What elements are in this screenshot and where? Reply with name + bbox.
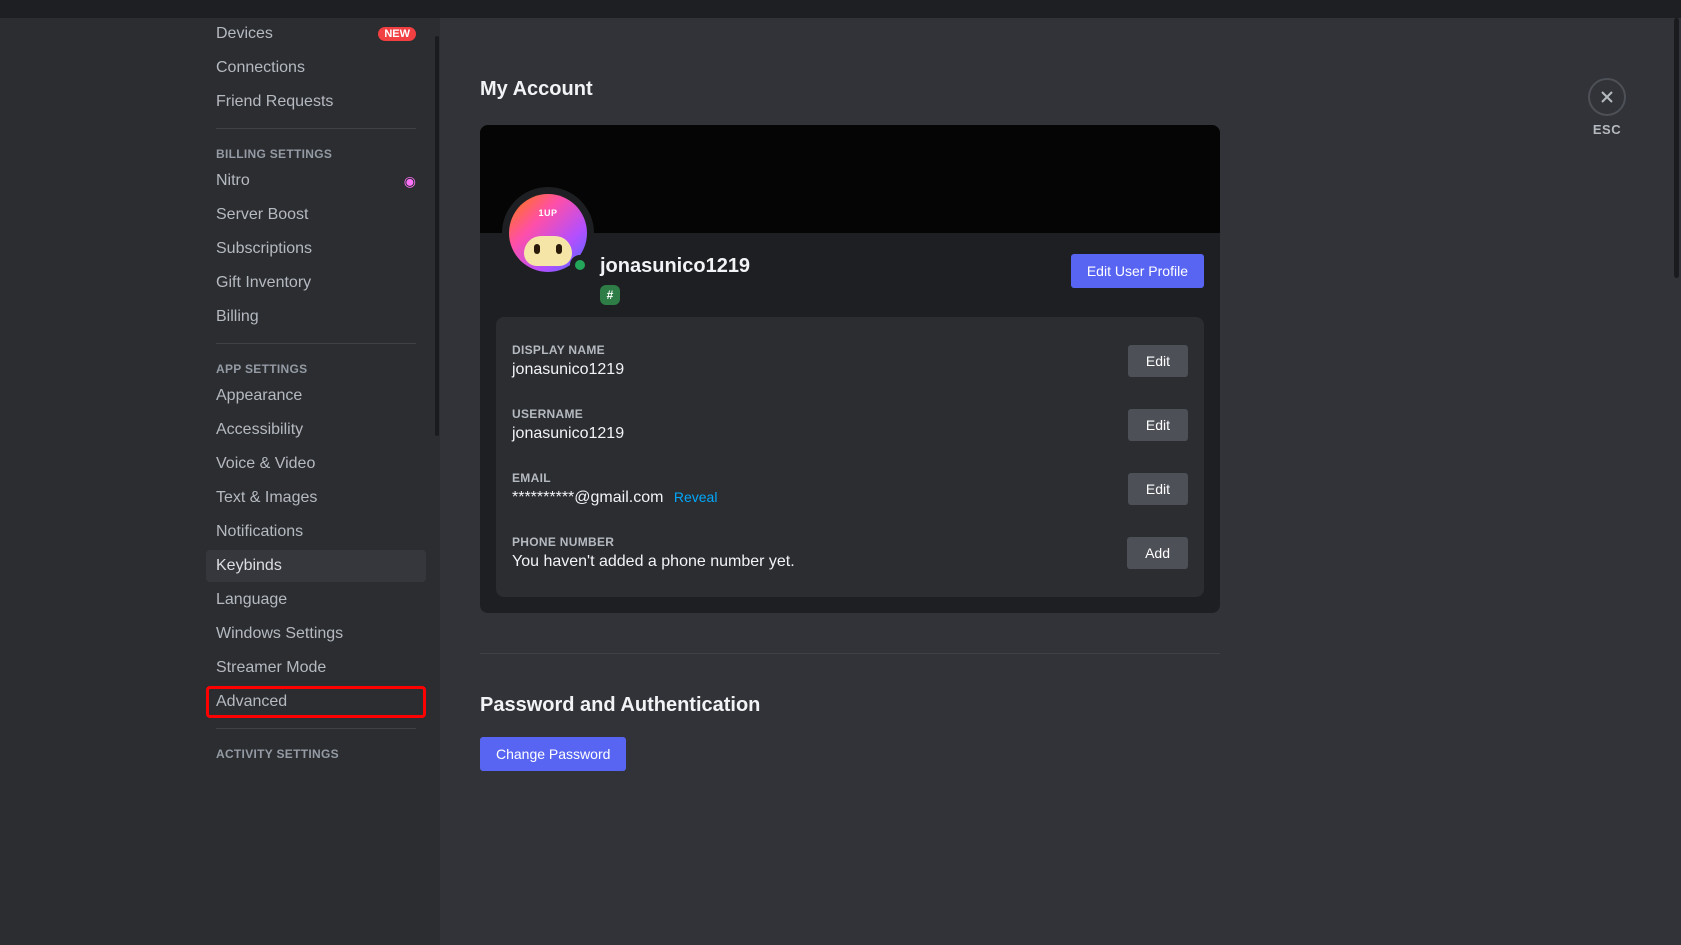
main-scrollbar-track (1673, 18, 1681, 945)
field-value: jonasunico1219 (512, 361, 624, 379)
sidebar-item-label: Connections (216, 59, 305, 77)
billing-settings-header: BILLING SETTINGS (206, 139, 426, 165)
sidebar: Devices NEW Connections Friend Requests … (206, 18, 426, 945)
sidebar-item-accessibility[interactable]: Accessibility (206, 414, 426, 446)
sidebar-item-gift-inventory[interactable]: Gift Inventory (206, 267, 426, 299)
add-phone-button[interactable]: Add (1127, 537, 1188, 569)
sidebar-item-label: Server Boost (216, 206, 308, 224)
nitro-icon: ◉ (404, 173, 416, 190)
close-label: ESC (1588, 122, 1626, 137)
sidebar-item-label: Billing (216, 308, 259, 326)
field-label: DISPLAY NAME (512, 343, 624, 357)
sidebar-item-subscriptions[interactable]: Subscriptions (206, 233, 426, 265)
sidebar-item-server-boost[interactable]: Server Boost (206, 199, 426, 231)
title-bar (0, 0, 1681, 18)
close-button[interactable] (1588, 78, 1626, 116)
separator (216, 343, 416, 344)
edit-email-button[interactable]: Edit (1128, 473, 1188, 505)
email-value: **********@gmail.com (512, 489, 663, 506)
password-section-title: Password and Authentication (480, 694, 1220, 717)
field-phone: PHONE NUMBER You haven't added a phone n… (512, 525, 1188, 581)
content-container: My Account 1UP # jonasunico1219 (480, 78, 1220, 771)
sidebar-item-friend-requests[interactable]: Friend Requests (206, 86, 426, 118)
sidebar-item-label: Devices (216, 25, 273, 43)
field-label: PHONE NUMBER (512, 535, 795, 549)
sidebar-item-label: Nitro (216, 172, 250, 190)
field-value: jonasunico1219 (512, 425, 624, 443)
sidebar-item-label: Text & Images (216, 489, 317, 507)
sidebar-item-windows-settings[interactable]: Windows Settings (206, 618, 426, 650)
sidebar-item-language[interactable]: Language (206, 584, 426, 616)
sidebar-item-label: Subscriptions (216, 240, 312, 258)
sidebar-item-streamer-mode[interactable]: Streamer Mode (206, 652, 426, 684)
main-content: My Account 1UP # jonasunico1219 (440, 18, 1681, 945)
field-email: EMAIL **********@gmail.com Reveal Edit (512, 461, 1188, 517)
new-badge: NEW (378, 27, 416, 41)
change-password-button[interactable]: Change Password (480, 737, 626, 771)
edit-display-name-button[interactable]: Edit (1128, 345, 1188, 377)
sidebar-item-label: Keybinds (216, 557, 282, 575)
sidebar-item-notifications[interactable]: Notifications (206, 516, 426, 548)
activity-settings-header: ACTIVITY SETTINGS (206, 739, 426, 765)
field-username: USERNAME jonasunico1219 Edit (512, 397, 1188, 453)
edit-username-button[interactable]: Edit (1128, 409, 1188, 441)
sidebar-item-nitro[interactable]: Nitro ◉ (206, 165, 426, 197)
avatar-text: 1UP (538, 208, 557, 218)
sidebar-column: Devices NEW Connections Friend Requests … (0, 18, 440, 945)
sidebar-item-label: Notifications (216, 523, 303, 541)
field-value: You haven't added a phone number yet. (512, 553, 795, 571)
status-online-icon (570, 255, 590, 275)
main-scrollbar-thumb[interactable] (1674, 18, 1679, 278)
username-display: jonasunico1219 (600, 255, 750, 278)
field-label: EMAIL (512, 471, 717, 485)
sidebar-item-label: Windows Settings (216, 625, 343, 643)
sidebar-item-voice-video[interactable]: Voice & Video (206, 448, 426, 480)
sidebar-item-label: Language (216, 591, 287, 609)
settings-layout: Devices NEW Connections Friend Requests … (0, 18, 1681, 945)
hash-badge-icon: # (600, 285, 620, 305)
sidebar-item-label: Gift Inventory (216, 274, 311, 292)
account-details-card: DISPLAY NAME jonasunico1219 Edit USERNAM… (496, 317, 1204, 597)
sidebar-item-label: Voice & Video (216, 455, 315, 473)
field-label: USERNAME (512, 407, 624, 421)
section-divider (480, 653, 1220, 654)
account-card: 1UP # jonasunico1219 Edit User Profile (480, 125, 1220, 613)
field-display-name: DISPLAY NAME jonasunico1219 Edit (512, 333, 1188, 389)
sidebar-item-label: Streamer Mode (216, 659, 326, 677)
sidebar-item-billing[interactable]: Billing (206, 301, 426, 333)
field-value: **********@gmail.com Reveal (512, 489, 717, 507)
sidebar-item-devices[interactable]: Devices NEW (206, 18, 426, 50)
avatar-wrap[interactable]: 1UP (502, 187, 594, 279)
sidebar-scrollbar-thumb[interactable] (435, 36, 439, 436)
close-icon (1599, 89, 1615, 105)
sidebar-item-label: Friend Requests (216, 93, 333, 111)
profile-header: 1UP # jonasunico1219 Edit User Profile (480, 233, 1220, 309)
sidebar-item-appearance[interactable]: Appearance (206, 380, 426, 412)
edit-user-profile-button[interactable]: Edit User Profile (1071, 254, 1204, 288)
sidebar-item-label: Accessibility (216, 421, 303, 439)
app-settings-header: APP SETTINGS (206, 354, 426, 380)
page-title: My Account (480, 78, 1220, 101)
avatar-face (524, 236, 572, 266)
sidebar-item-label: Advanced (216, 693, 287, 711)
sidebar-item-keybinds[interactable]: Keybinds (206, 550, 426, 582)
reveal-email-link[interactable]: Reveal (674, 489, 718, 505)
sidebar-item-label: Appearance (216, 387, 302, 405)
close-wrap: ESC (1588, 78, 1626, 137)
separator (216, 128, 416, 129)
separator (216, 728, 416, 729)
sidebar-item-text-images[interactable]: Text & Images (206, 482, 426, 514)
sidebar-item-advanced[interactable]: Advanced (206, 686, 426, 718)
sidebar-item-connections[interactable]: Connections (206, 52, 426, 84)
